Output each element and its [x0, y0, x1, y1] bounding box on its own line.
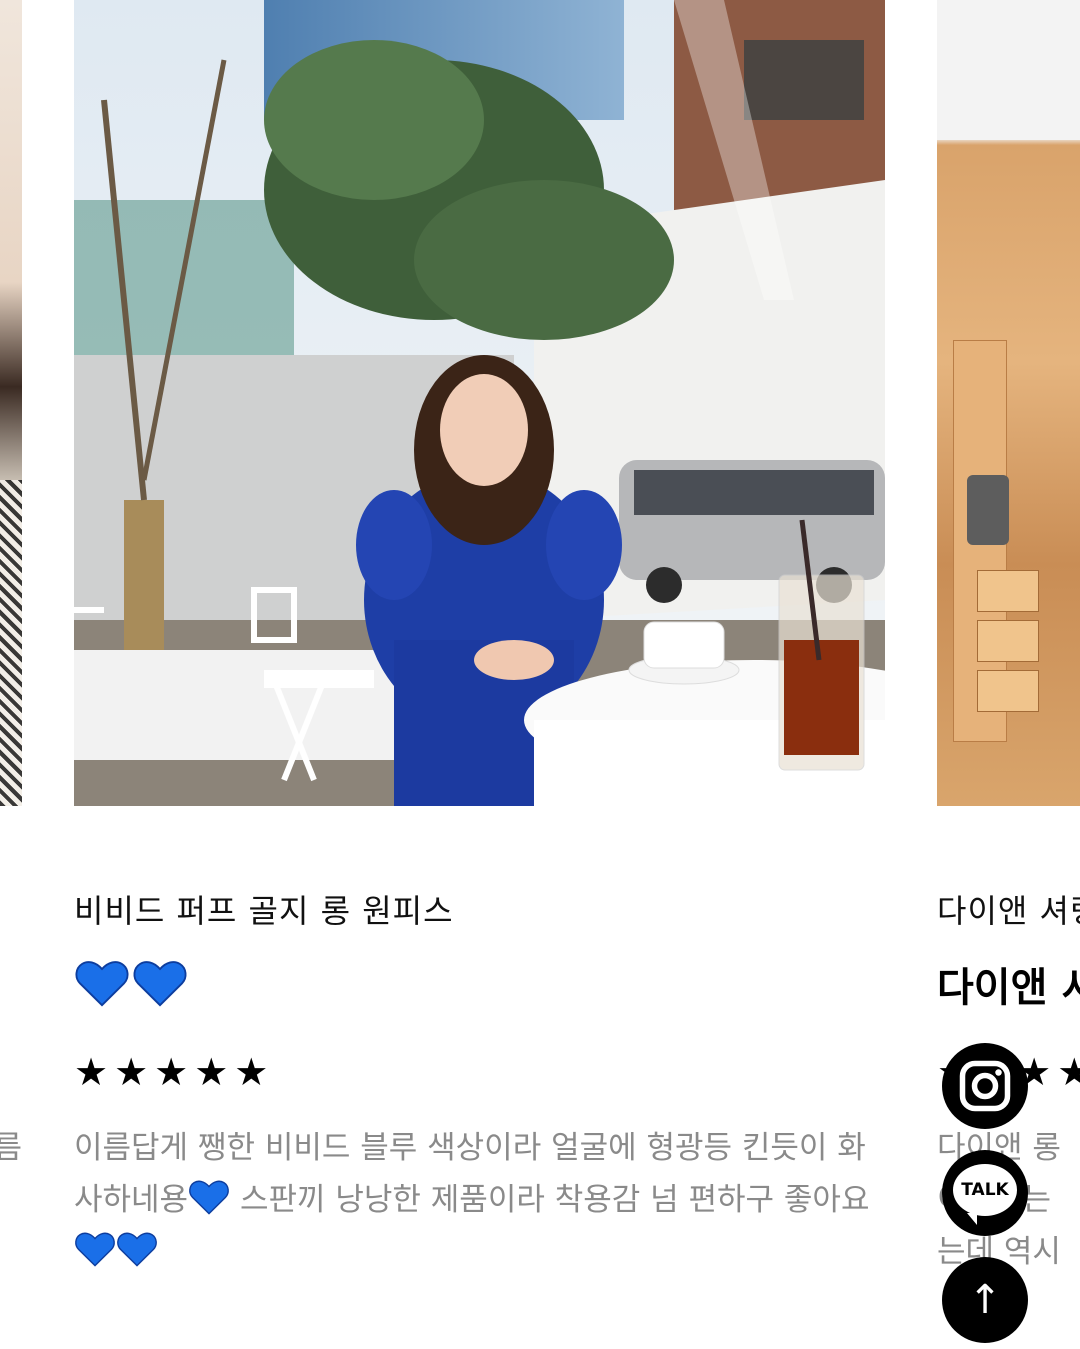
- right-product-subtitle: 다이앤 셔링: [937, 965, 1080, 1011]
- blue-heart-icon: [189, 1180, 229, 1215]
- talk-label: TALK: [961, 1180, 1009, 1200]
- talk-bubble-icon: TALK: [953, 1164, 1017, 1225]
- review-text-part: 스판끼 낭낭한 제품이라 착용감 넘 편하구 좋아요: [230, 1182, 870, 1218]
- emoji-title: 💙💙: [74, 955, 188, 1011]
- main-card-image[interactable]: [74, 0, 885, 806]
- scroll-top-button[interactable]: ↑: [942, 1257, 1028, 1343]
- blue-heart-icon: [75, 961, 129, 1007]
- product-title[interactable]: 비비드 퍼프 골지 롱 원피스: [74, 886, 454, 932]
- arrow-up-icon: ↑: [968, 1277, 1002, 1323]
- right-card-drawer: [977, 670, 1039, 712]
- review-text: 이름답게 쨍한 비비드 블루 색상이라 얼굴에 형광등 킨듯이 화사하네용 스판…: [74, 1122, 894, 1278]
- right-card-drawer: [977, 620, 1039, 662]
- instagram-icon: [959, 1060, 1011, 1112]
- blue-heart-icon: [117, 1232, 157, 1267]
- right-card-drawer: [977, 570, 1039, 612]
- right-card-coffee-machine: [967, 475, 1009, 545]
- left-card-pattern: [0, 480, 22, 806]
- blue-heart-icon: [75, 1232, 115, 1267]
- left-card-image[interactable]: [0, 0, 22, 806]
- right-product-title[interactable]: 다이앤 셔링: [937, 886, 1080, 932]
- left-card-review-fragment: 름: [0, 1130, 22, 1166]
- blue-heart-icon: [133, 961, 187, 1007]
- star-rating: ★★★★★: [74, 1050, 275, 1094]
- instagram-button[interactable]: [942, 1043, 1028, 1129]
- cafe-photo: [74, 0, 885, 806]
- kakao-talk-button[interactable]: TALK: [942, 1150, 1028, 1236]
- right-card-image[interactable]: [937, 0, 1080, 806]
- right-card-wall: [937, 0, 1080, 140]
